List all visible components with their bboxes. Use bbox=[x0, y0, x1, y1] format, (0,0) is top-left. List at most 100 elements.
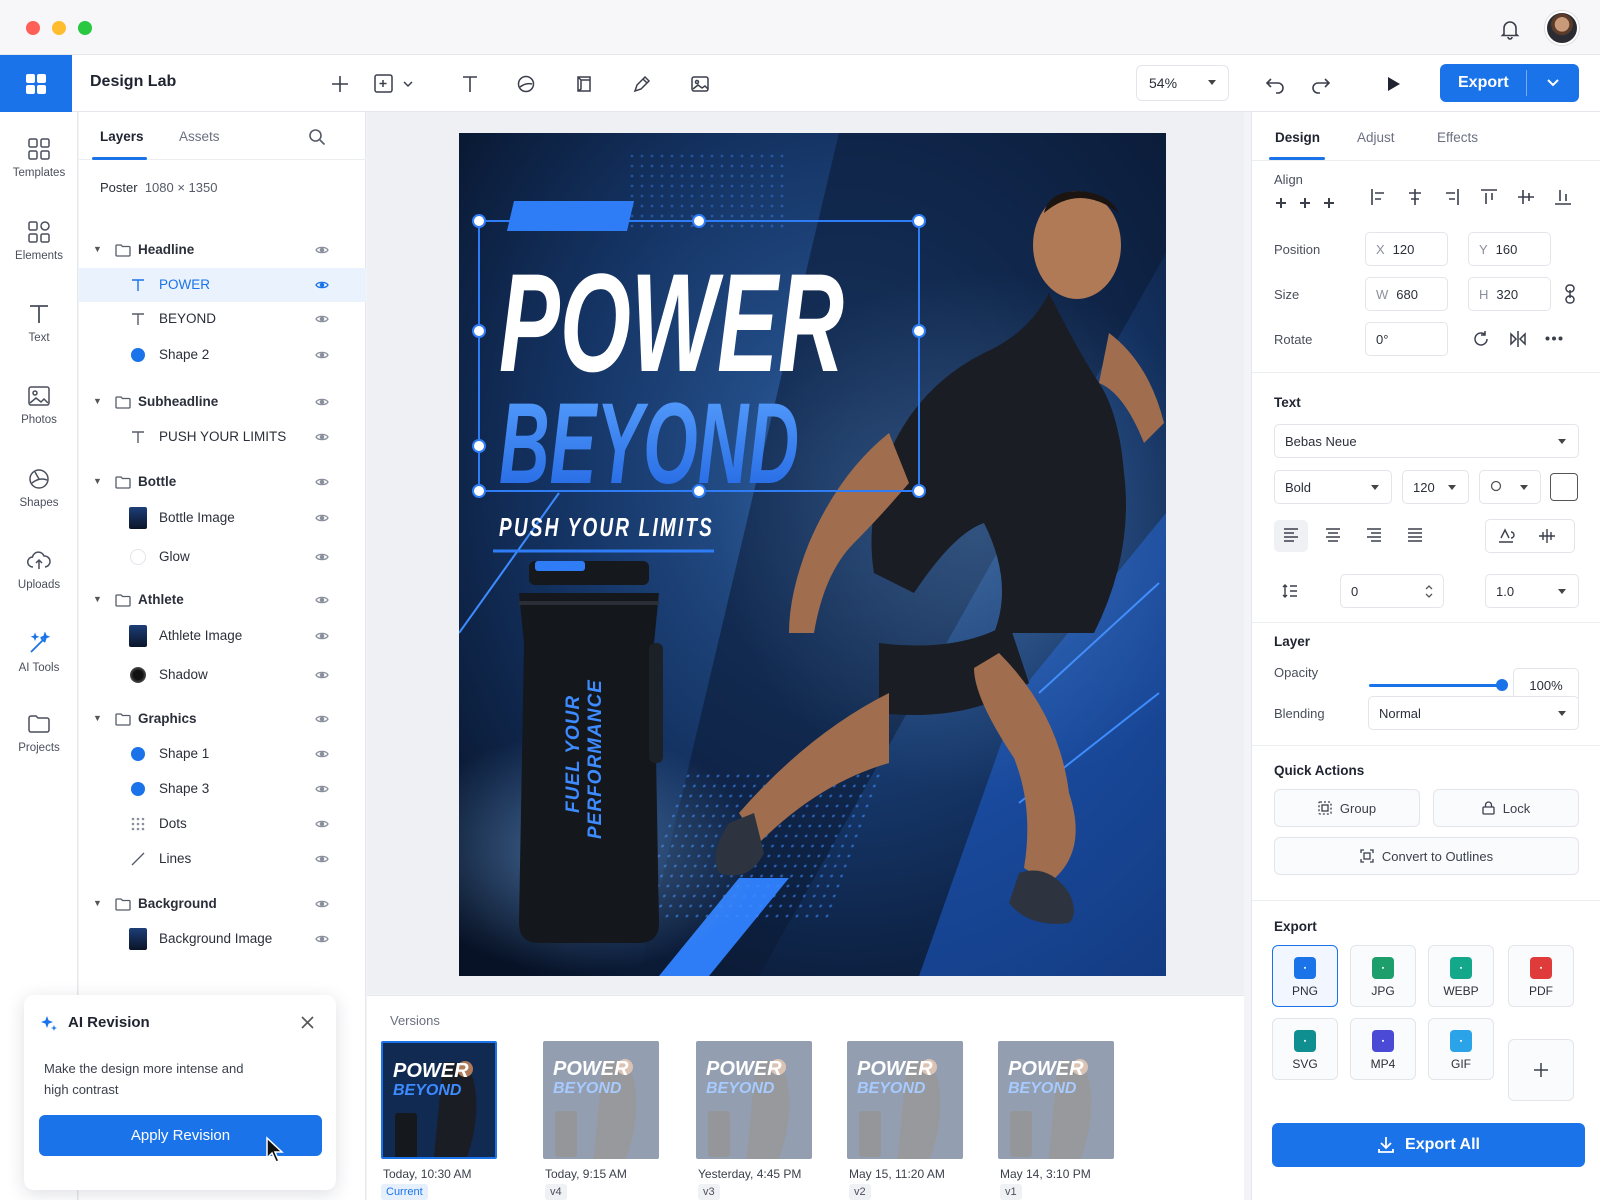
visibility-eye-icon[interactable] bbox=[315, 629, 329, 644]
layer-row[interactable]: Glow bbox=[79, 540, 366, 574]
align-top-icon[interactable] bbox=[1480, 188, 1498, 206]
play-preview-icon[interactable] bbox=[1378, 69, 1408, 99]
add-format-button[interactable] bbox=[1508, 1039, 1574, 1101]
search-icon[interactable] bbox=[308, 128, 326, 146]
text-tool-icon[interactable] bbox=[455, 69, 485, 99]
text-align-center-icon[interactable] bbox=[1325, 528, 1341, 542]
document-title[interactable]: Design Lab bbox=[90, 73, 176, 91]
notification-bell-icon[interactable] bbox=[1498, 17, 1522, 41]
export-all-button[interactable]: Export All bbox=[1272, 1123, 1585, 1167]
close-window-button[interactable] bbox=[26, 21, 40, 35]
layer-row[interactable]: PUSH YOUR LIMITS bbox=[79, 420, 366, 454]
font-size-select[interactable]: 120 bbox=[1402, 470, 1469, 504]
close-icon[interactable] bbox=[300, 1015, 315, 1030]
export-format-jpg[interactable]: ▪ JPG bbox=[1350, 945, 1416, 1007]
shape-tool-icon[interactable] bbox=[511, 69, 541, 99]
lock-button[interactable]: Lock bbox=[1433, 789, 1579, 827]
pen-tool-icon[interactable] bbox=[627, 69, 657, 99]
rail-templates[interactable]: Templates bbox=[0, 137, 78, 179]
rail-projects[interactable]: Projects bbox=[0, 712, 78, 754]
layer-row[interactable]: BEYOND bbox=[79, 302, 366, 336]
visibility-eye-icon[interactable] bbox=[315, 817, 329, 832]
visibility-eye-icon[interactable] bbox=[315, 712, 329, 727]
tab-effects[interactable]: Effects bbox=[1437, 130, 1478, 145]
text-align-right-icon[interactable] bbox=[1366, 528, 1382, 542]
subheadline-text[interactable]: PUSH YOUR LIMITS bbox=[499, 512, 714, 542]
visibility-eye-icon[interactable] bbox=[315, 395, 329, 410]
visibility-eye-icon[interactable] bbox=[315, 243, 329, 258]
visibility-eye-icon[interactable] bbox=[315, 348, 329, 363]
frame-tool-icon[interactable] bbox=[370, 69, 420, 99]
y-field[interactable]: Y 160 bbox=[1468, 232, 1551, 266]
user-avatar[interactable] bbox=[1545, 11, 1579, 45]
visibility-eye-icon[interactable] bbox=[315, 932, 329, 947]
align-right-icon[interactable] bbox=[1444, 188, 1460, 206]
layer-row[interactable]: Background Image bbox=[79, 922, 366, 956]
distribute-icon[interactable] bbox=[1274, 196, 1338, 210]
maximize-window-button[interactable] bbox=[78, 21, 92, 35]
visibility-eye-icon[interactable] bbox=[315, 312, 329, 327]
export-format-mp4[interactable]: ▪ MP4 bbox=[1350, 1018, 1416, 1080]
group-button[interactable]: Group bbox=[1274, 789, 1420, 827]
align-left-icon[interactable] bbox=[1370, 188, 1386, 206]
x-field[interactable]: X 120 bbox=[1365, 232, 1448, 266]
layer-row[interactable]: ▼ Athlete bbox=[79, 583, 366, 617]
visibility-eye-icon[interactable] bbox=[315, 511, 329, 526]
visibility-eye-icon[interactable] bbox=[315, 430, 329, 445]
layer-row[interactable]: ▼ Background bbox=[79, 887, 366, 921]
letter-spacing-field[interactable]: 0 bbox=[1340, 574, 1444, 608]
text-color-swatch[interactable] bbox=[1550, 473, 1578, 501]
tab-layers[interactable]: Layers bbox=[100, 129, 144, 144]
align-middle-v-icon[interactable] bbox=[1517, 188, 1535, 206]
layer-row[interactable]: Shape 3 bbox=[79, 772, 366, 806]
font-family-select[interactable]: Bebas Neue bbox=[1274, 424, 1579, 458]
rail-ai-tools[interactable]: AI Tools bbox=[0, 632, 78, 674]
text-spacing-icon[interactable] bbox=[1538, 528, 1556, 544]
layer-row[interactable]: Shape 1 bbox=[79, 737, 366, 771]
version-thumbnail[interactable]: POWER BEYOND bbox=[998, 1041, 1114, 1159]
image-tool-icon[interactable] bbox=[685, 69, 715, 99]
version-thumbnail[interactable]: POWER BEYOND bbox=[696, 1041, 812, 1159]
color-mode-select[interactable] bbox=[1479, 470, 1541, 504]
layer-row[interactable]: ▼ Bottle bbox=[79, 465, 366, 499]
layer-row[interactable]: Shape 2 bbox=[79, 338, 366, 372]
layer-row[interactable]: ▼ Graphics bbox=[79, 702, 366, 736]
layer-row[interactable]: Lines bbox=[79, 842, 366, 876]
layer-row[interactable]: ▼ Headline bbox=[79, 233, 366, 267]
layer-row[interactable]: POWER bbox=[79, 268, 366, 302]
expand-chevron-icon[interactable]: ▼ bbox=[93, 594, 102, 604]
zoom-select[interactable]: 54% bbox=[1136, 65, 1229, 101]
layer-row[interactable]: Athlete Image bbox=[79, 619, 366, 653]
rail-elements[interactable]: Elements bbox=[0, 220, 78, 262]
export-format-webp[interactable]: ▪ WEBP bbox=[1428, 945, 1494, 1007]
undo-icon[interactable] bbox=[1260, 69, 1290, 99]
version-thumbnail[interactable]: POWER BEYOND bbox=[381, 1041, 497, 1159]
layer-row[interactable]: Dots bbox=[79, 807, 366, 841]
align-center-h-icon[interactable] bbox=[1407, 188, 1423, 206]
link-aspect-icon[interactable] bbox=[1564, 284, 1576, 304]
rail-photos[interactable]: Photos bbox=[0, 384, 78, 426]
height-field[interactable]: H 320 bbox=[1468, 277, 1551, 311]
export-button[interactable]: Export bbox=[1440, 64, 1579, 102]
align-bottom-icon[interactable] bbox=[1554, 188, 1572, 206]
version-thumbnail[interactable]: POWER BEYOND bbox=[847, 1041, 963, 1159]
opacity-slider[interactable] bbox=[1369, 684, 1501, 687]
convert-to-outlines-button[interactable]: Convert to Outlines bbox=[1274, 837, 1579, 875]
poster-artboard[interactable]: FUEL YOUR PERFORMANCE POWER BEYOND PUSH … bbox=[459, 133, 1166, 976]
tab-design[interactable]: Design bbox=[1275, 130, 1320, 145]
expand-chevron-icon[interactable]: ▼ bbox=[93, 713, 102, 723]
minimize-window-button[interactable] bbox=[52, 21, 66, 35]
layer-row[interactable]: Bottle Image bbox=[79, 501, 366, 535]
visibility-eye-icon[interactable] bbox=[315, 668, 329, 683]
tab-adjust[interactable]: Adjust bbox=[1357, 130, 1395, 145]
visibility-eye-icon[interactable] bbox=[315, 897, 329, 912]
stepper-icon[interactable] bbox=[1425, 585, 1433, 598]
text-effect-icon[interactable] bbox=[1497, 528, 1515, 544]
layer-row[interactable]: Shadow bbox=[79, 658, 366, 692]
rotate-field[interactable]: 0° bbox=[1365, 322, 1448, 356]
opacity-slider-thumb[interactable] bbox=[1496, 679, 1508, 691]
visibility-eye-icon[interactable] bbox=[315, 593, 329, 608]
redo-icon[interactable] bbox=[1306, 69, 1336, 99]
visibility-eye-icon[interactable] bbox=[315, 782, 329, 797]
visibility-eye-icon[interactable] bbox=[315, 278, 329, 293]
